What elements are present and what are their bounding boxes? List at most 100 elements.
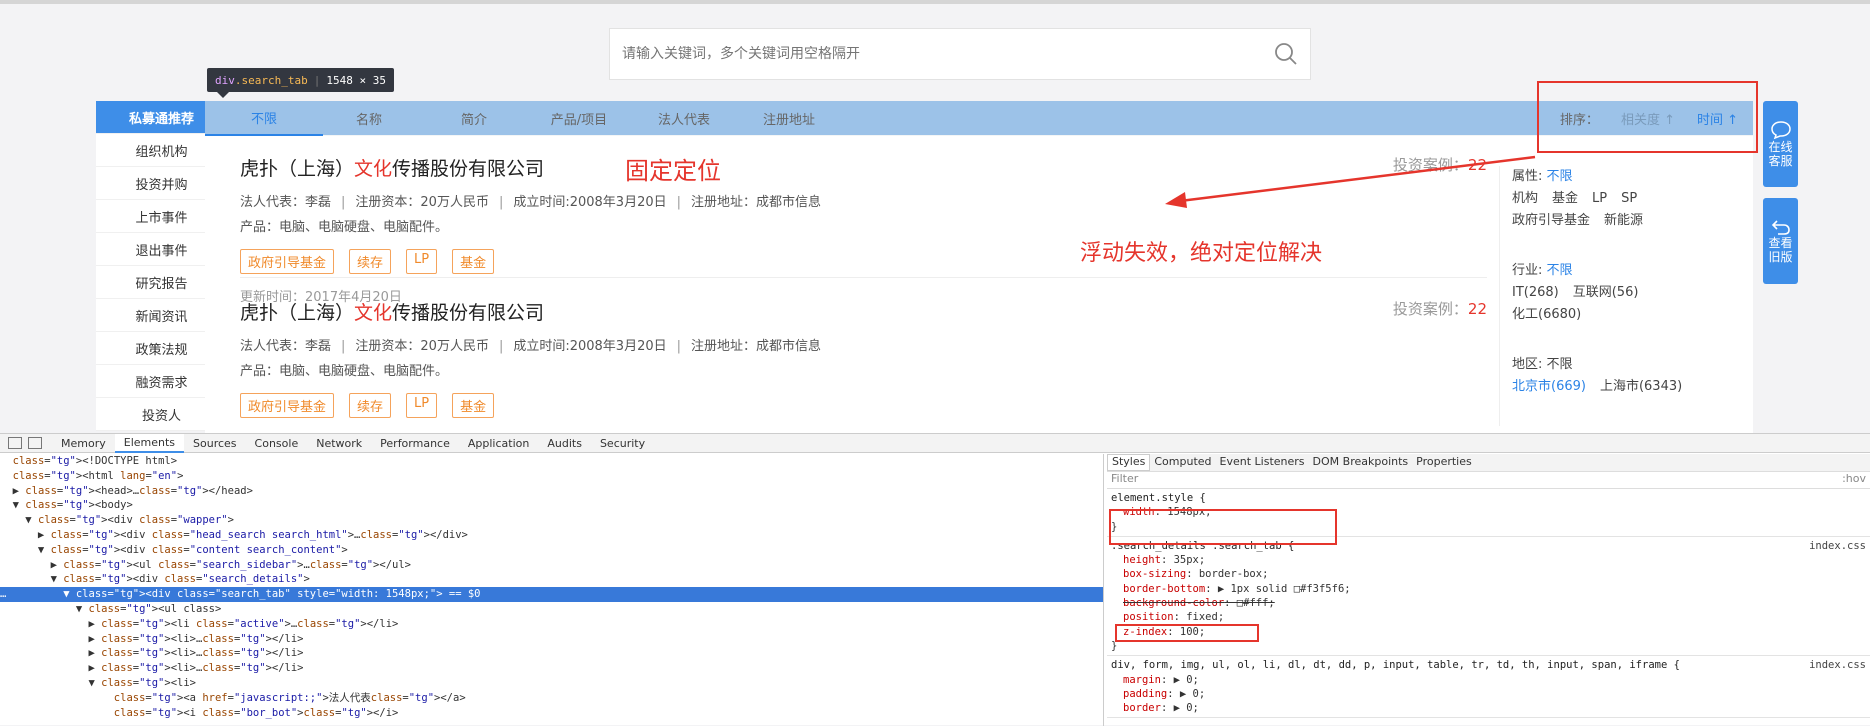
styles-tab[interactable]: Computed: [1150, 455, 1215, 469]
devtools-tab[interactable]: Memory: [52, 434, 115, 453]
dom-node[interactable]: class="tg"><i class="bor_bot">class="tg"…: [0, 706, 1103, 721]
search-tab-bar: 不限 名称 简介 产品/项目 法人代表 注册地址 排序： 相关度 ↑ 时间 ↑: [205, 101, 1753, 141]
css-property[interactable]: border-bottom: ▶ 1px solid □#f3f5f6;: [1111, 582, 1866, 596]
dom-node[interactable]: ▼ class="tg"><div class="search_details"…: [0, 572, 1103, 587]
dom-node[interactable]: ▼ class="tg"><div class="content search_…: [0, 543, 1103, 558]
dom-node[interactable]: ▶ class="tg"><div class="head_search sea…: [0, 528, 1103, 543]
tab-item[interactable]: 法人代表: [625, 101, 743, 136]
devtools-tab[interactable]: Elements: [114, 433, 185, 453]
company-tag[interactable]: 基金: [452, 249, 495, 274]
filter-label: Filter: [1111, 472, 1139, 485]
meta-separator: |: [498, 339, 504, 354]
filter-attr-value[interactable]: 不限: [1547, 169, 1573, 184]
css-property[interactable]: position: fixed;: [1111, 610, 1866, 624]
company-tag[interactable]: 续存: [349, 249, 392, 274]
dom-node[interactable]: ▼ class="tg"><ul class>: [0, 602, 1103, 617]
tooltip-class: .search_tab: [234, 73, 308, 87]
dom-tree: class="tg"><!DOCTYPE html> class="tg"><h…: [0, 454, 1104, 726]
meta-separator: |: [676, 195, 682, 210]
css-property[interactable]: height: 35px;: [1111, 553, 1866, 567]
search-icon[interactable]: [1262, 30, 1310, 78]
css-property[interactable]: background-color: □#fff;: [1111, 596, 1866, 610]
highlight-sort-box: [1537, 81, 1758, 153]
dom-node[interactable]: ▼ class="tg"><div class="wapper">: [0, 513, 1103, 528]
filter-region-option[interactable]: 上海市(6343): [1600, 379, 1682, 394]
company-name-suffix: 传播股份有限公司: [392, 158, 545, 180]
meta-field: 法人代表：李磊: [240, 195, 332, 210]
filter-attr-option[interactable]: 基金: [1552, 191, 1578, 206]
old-version-button[interactable]: 查看 旧版: [1763, 198, 1798, 284]
styles-tab[interactable]: Properties: [1412, 455, 1476, 469]
filter-industry-value[interactable]: 不限: [1547, 263, 1573, 278]
dom-node[interactable]: ▶ class="tg"><li>…class="tg"></li>: [0, 632, 1103, 647]
tab-item[interactable]: 注册地址: [730, 101, 848, 136]
online-service-button[interactable]: 在线 客服: [1763, 101, 1798, 187]
dom-node[interactable]: ▶ class="tg"><head>…class="tg"></head>: [0, 484, 1103, 499]
filter-region-option[interactable]: 北京市(669): [1512, 379, 1586, 394]
dom-node[interactable]: class="tg"><!DOCTYPE html>: [0, 454, 1103, 469]
old-version-label: 查看 旧版: [1768, 236, 1793, 264]
rule-source-link[interactable]: index.css: [1809, 658, 1866, 672]
dom-node[interactable]: ▼ class="tg"><body>: [0, 498, 1103, 513]
company-tag[interactable]: LP: [406, 393, 438, 418]
devtools-tab[interactable]: Console: [246, 434, 308, 453]
tab-item[interactable]: 名称: [310, 101, 428, 136]
filter-attr-option[interactable]: 政府引导基金: [1512, 213, 1590, 228]
dom-node[interactable]: ▶ class="tg"><li>…class="tg"></li>: [0, 646, 1103, 661]
styles-tab[interactable]: DOM Breakpoints: [1309, 455, 1413, 469]
filter-industry-option[interactable]: 互联网(56): [1573, 285, 1639, 300]
tab-item[interactable]: 不限: [205, 101, 323, 141]
dom-node[interactable]: class="tg"><a href="javascript:;">法人代表cl…: [0, 691, 1103, 706]
styles-tab[interactable]: Styles: [1107, 454, 1151, 471]
css-property[interactable]: margin: ▶ 0;: [1111, 673, 1866, 687]
company-tag[interactable]: 政府引导基金: [240, 249, 335, 274]
tooltip-tag: div: [215, 73, 235, 87]
css-property[interactable]: box-sizing: border-box;: [1111, 567, 1866, 581]
company-name[interactable]: 虎扑（上海）文化传播股份有限公司: [240, 298, 1487, 325]
meta-field: 注册地址：成都市信息: [691, 195, 822, 210]
devtools-tab[interactable]: Security: [591, 434, 654, 453]
filter-industry-option[interactable]: 化工(6680): [1512, 307, 1581, 322]
devtools-tab[interactable]: Application: [459, 434, 538, 453]
dom-node[interactable]: ▶ class="tg"><li class="active">…class="…: [0, 617, 1103, 632]
dom-node[interactable]: class="tg"><html lang="en">: [0, 469, 1103, 484]
company-name-suffix: 传播股份有限公司: [392, 302, 545, 324]
css-property[interactable]: border: ▶ 0;: [1111, 701, 1866, 715]
inspect-icon[interactable]: [8, 437, 22, 449]
rule-selector: div, form, img, ul, ol, li, dl, dt, dd, …: [1111, 659, 1680, 672]
dom-node[interactable]: … ▼ class="tg"><div class="search_tab" s…: [0, 587, 1103, 602]
dom-node[interactable]: ▶ class="tg"><ul class="search_sidebar">…: [0, 558, 1103, 573]
styles-tab[interactable]: Event Listeners: [1216, 455, 1309, 469]
devtools-tab[interactable]: Performance: [371, 434, 459, 453]
filter-attr-option[interactable]: 新能源: [1604, 213, 1643, 228]
search-input[interactable]: [622, 46, 1262, 62]
devtools-tabs: Memory Elements Sources Console Network Perfo…: [0, 433, 1870, 453]
filter-region: 地区: 不限 北京市(669) 上海市(6343): [1512, 354, 1739, 398]
devtools-tab[interactable]: Audits: [538, 434, 591, 453]
styles-pane: Styles Computed Event Listeners DOM Breakpo…: [1107, 454, 1870, 726]
rule-source-link[interactable]: index.css: [1809, 539, 1866, 553]
dom-node[interactable]: ▼ class="tg"><li>: [0, 676, 1103, 691]
highlight-position-fixed: [1115, 624, 1259, 642]
company-tag[interactable]: LP: [406, 249, 438, 274]
company-products: 产品：电脑、电脑硬盘、电脑配件。: [240, 220, 449, 235]
annotation-arrow: [1165, 155, 1536, 208]
tab-item[interactable]: 简介: [415, 101, 533, 136]
filter-attr-option[interactable]: LP: [1592, 191, 1607, 206]
tab-item[interactable]: 产品/项目: [520, 101, 638, 136]
css-property[interactable]: padding: ▶ 0;: [1111, 687, 1866, 701]
cases-count[interactable]: 22: [1468, 300, 1487, 318]
company-products: 产品：电脑、电脑硬盘、电脑配件。: [240, 364, 449, 379]
filter-industry-option[interactable]: IT(268): [1512, 285, 1559, 300]
filter-attr-option[interactable]: SP: [1621, 191, 1637, 206]
company-tag[interactable]: 基金: [452, 393, 495, 418]
company-tag[interactable]: 政府引导基金: [240, 393, 335, 418]
devtools-tab[interactable]: Sources: [184, 434, 246, 453]
company-tag[interactable]: 续存: [349, 393, 392, 418]
hov-toggle[interactable]: :hov: [1842, 472, 1866, 488]
dom-node[interactable]: ▶ class="tg"><li>…class="tg"></li>: [0, 661, 1103, 676]
styles-filter[interactable]: Filter :hov: [1107, 472, 1870, 489]
device-toolbar-icon[interactable]: [28, 437, 42, 449]
devtools-tab[interactable]: Network: [307, 434, 371, 453]
web-page: 私募通推荐组织机构投资并购上市事件退出事件研究报告新闻资讯政策法规融资需求投资人…: [0, 0, 1870, 437]
